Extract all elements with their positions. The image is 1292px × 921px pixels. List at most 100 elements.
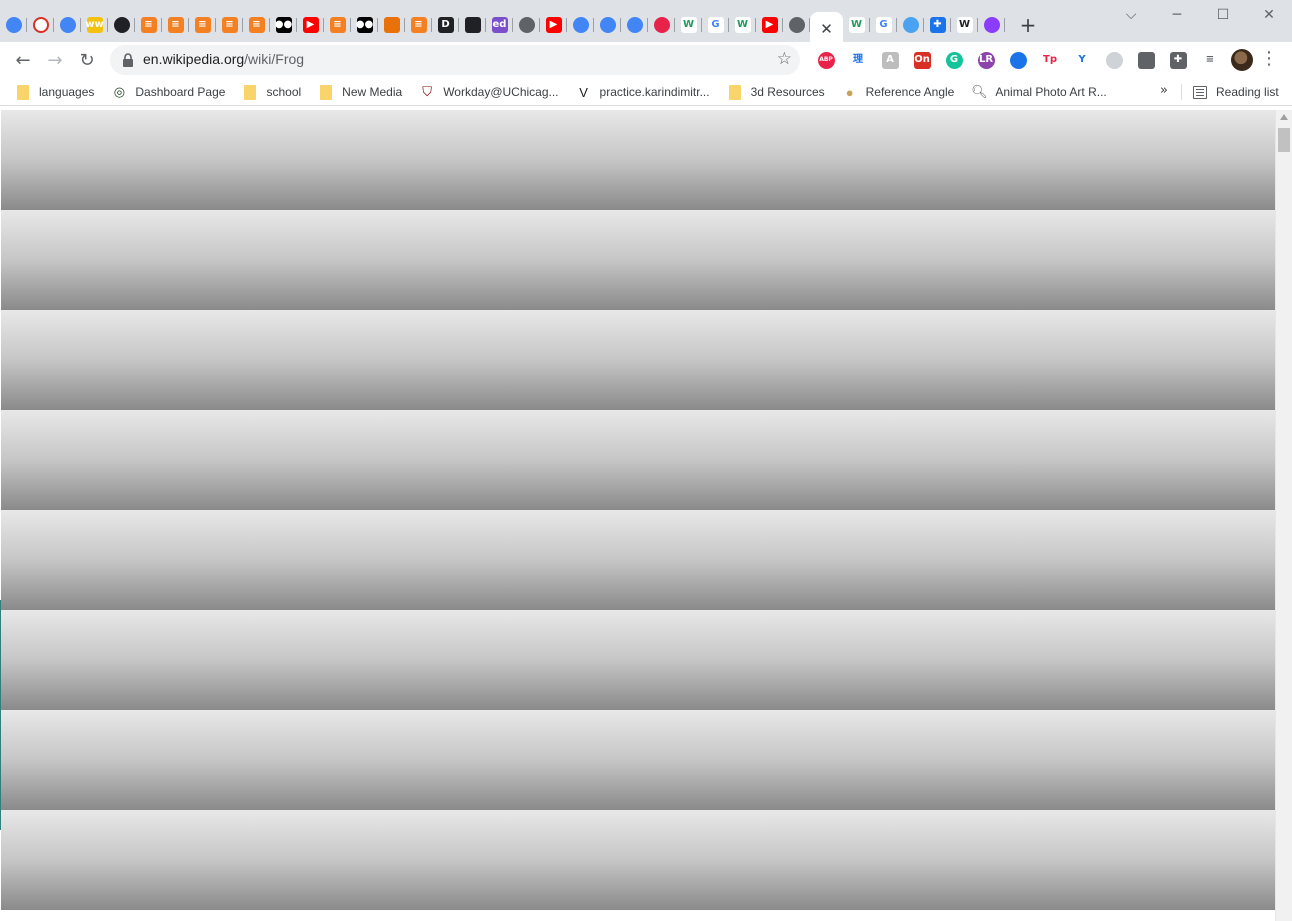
browser-tab[interactable]: ≡	[324, 12, 351, 38]
browser-tab[interactable]: ✚	[924, 12, 951, 38]
reload-button[interactable]: ↻	[73, 46, 101, 74]
browser-tab[interactable]: W	[951, 12, 978, 38]
extension-button[interactable]	[1098, 49, 1130, 71]
close-window-button[interactable]: ✕	[1246, 0, 1292, 30]
browser-tab[interactable]: W	[843, 12, 870, 38]
github-icon	[113, 17, 130, 33]
chrome-icon	[572, 17, 589, 33]
tab-search-button[interactable]: ⌵	[1108, 0, 1154, 30]
bookmark-item[interactable]: Vpractice.karindimitr...	[577, 82, 709, 102]
browser-tab[interactable]: ≡	[243, 12, 270, 38]
extension-button[interactable]: G	[938, 49, 970, 71]
bookmark-list: languages ◎ Dashboard Page school New Media ⛉…	[16, 82, 1125, 102]
browser-tab[interactable]: ww	[81, 12, 108, 38]
extension-button[interactable]: A	[874, 49, 906, 71]
browser-tab[interactable]: ≡	[216, 12, 243, 38]
extensions-bar: ABP 理 A On G LR Tp Y ✚ ≡	[810, 49, 1258, 71]
browser-tab[interactable]: G	[702, 12, 729, 38]
browser-tab[interactable]: W	[729, 12, 756, 38]
browser-tab[interactable]: D	[432, 12, 459, 38]
browser-tab[interactable]: ▶	[540, 12, 567, 38]
browser-tab[interactable]	[783, 12, 810, 38]
maximize-icon: ☐	[1216, 7, 1230, 23]
extension-button[interactable]: Tp	[1034, 49, 1066, 71]
extension-button[interactable]: LR	[970, 49, 1002, 71]
window-edge	[0, 600, 1, 830]
extension-button[interactable]: ABP	[810, 49, 842, 71]
bookmark-item[interactable]: New Media	[319, 82, 402, 102]
browser-tab[interactable]	[621, 12, 648, 38]
new-tab-button[interactable]: +	[1013, 12, 1043, 38]
browser-tab[interactable]	[567, 12, 594, 38]
browser-tab[interactable]	[0, 12, 27, 38]
screenshot-ext-icon	[1105, 51, 1123, 69]
maximize-button[interactable]: ☐	[1200, 0, 1246, 30]
adblock-icon: ABP	[817, 51, 835, 69]
browser-tab[interactable]	[648, 12, 675, 38]
uchicago-shield-icon: ⛉	[422, 84, 433, 99]
back-button[interactable]: ←	[9, 46, 37, 74]
bookmark-label: Animal Photo Art R...	[995, 85, 1107, 99]
browser-tab[interactable]	[594, 12, 621, 38]
bookmarks-divider	[1181, 84, 1182, 100]
minimize-button[interactable]: ─	[1154, 0, 1200, 30]
page-content	[0, 110, 1275, 921]
browser-tab[interactable]: ≡	[405, 12, 432, 38]
scroll-up-arrow-icon[interactable]	[1280, 114, 1288, 120]
browser-tab[interactable]: ≡	[162, 12, 189, 38]
browser-tab[interactable]	[27, 12, 54, 38]
reading-list-button[interactable]: Reading list	[1193, 82, 1279, 102]
bookmark-item[interactable]: 3d Resources	[728, 82, 825, 102]
browser-menu-button[interactable]: ⋮	[1260, 50, 1278, 68]
globe-icon	[788, 17, 805, 33]
browser-tab[interactable]	[54, 12, 81, 38]
extension-button[interactable]: Y	[1066, 49, 1098, 71]
browser-tab[interactable]: ▶	[297, 12, 324, 38]
browser-tab[interactable]: ●●	[351, 12, 378, 38]
extension-button[interactable]: ≡	[1194, 49, 1226, 71]
bookmark-label: Workday@UChicag...	[443, 85, 559, 99]
plus-icon: +	[1019, 13, 1037, 37]
active-tab[interactable]: ✕	[810, 12, 843, 46]
folder-icon	[319, 84, 333, 100]
forward-button[interactable]: →	[41, 46, 69, 74]
folder-icon	[728, 84, 742, 100]
bookmark-star-button[interactable]: ☆	[777, 49, 792, 69]
youtube-icon: ▶	[302, 17, 319, 33]
bookmark-item[interactable]: school	[243, 82, 301, 102]
browser-tab[interactable]: W	[675, 12, 702, 38]
browser-tab[interactable]	[378, 12, 405, 38]
lock-icon[interactable]	[122, 53, 134, 67]
extension-button[interactable]: ✚	[1162, 49, 1194, 71]
browser-tab[interactable]: G	[870, 12, 897, 38]
bookmark-item[interactable]: languages	[16, 82, 94, 102]
browser-tab[interactable]	[978, 12, 1005, 38]
extension-button[interactable]	[1130, 49, 1162, 71]
extension-button[interactable]: 理	[842, 49, 874, 71]
browser-tab[interactable]: ed	[486, 12, 513, 38]
browser-tab[interactable]: ≡	[135, 12, 162, 38]
profile-button[interactable]	[1226, 49, 1258, 71]
browser-tab[interactable]	[108, 12, 135, 38]
extension-button[interactable]	[1002, 49, 1034, 71]
browser-tab[interactable]: ≡	[189, 12, 216, 38]
more-bookmarks-button[interactable]: »	[1160, 83, 1168, 98]
browser-tab[interactable]	[513, 12, 540, 38]
browser-tab[interactable]: ▶	[756, 12, 783, 38]
address-bar[interactable]: en.wikipedia.org/wiki/Frog ☆	[110, 45, 800, 75]
bookmark-item[interactable]: 🔍︎ Animal Photo Art R...	[971, 82, 1107, 102]
extension-button[interactable]: On	[906, 49, 938, 71]
url-text[interactable]: en.wikipedia.org/wiki/Frog	[143, 51, 304, 67]
gradient-band	[1, 410, 1275, 510]
chrome-icon	[59, 17, 76, 33]
browser-tab[interactable]	[897, 12, 924, 38]
tab-close-icon[interactable]: ✕	[820, 20, 833, 38]
back-arrow-icon: ←	[15, 49, 31, 71]
browser-tab[interactable]	[459, 12, 486, 38]
bookmark-item[interactable]: ⛉ Workday@UChicag...	[420, 82, 558, 102]
vertical-scrollbar[interactable]	[1275, 110, 1292, 921]
browser-tab[interactable]: ●●	[270, 12, 297, 38]
bookmark-item[interactable]: ● Reference Angle	[843, 82, 955, 102]
scroll-thumb[interactable]	[1278, 128, 1290, 152]
bookmark-item[interactable]: ◎ Dashboard Page	[112, 82, 226, 102]
